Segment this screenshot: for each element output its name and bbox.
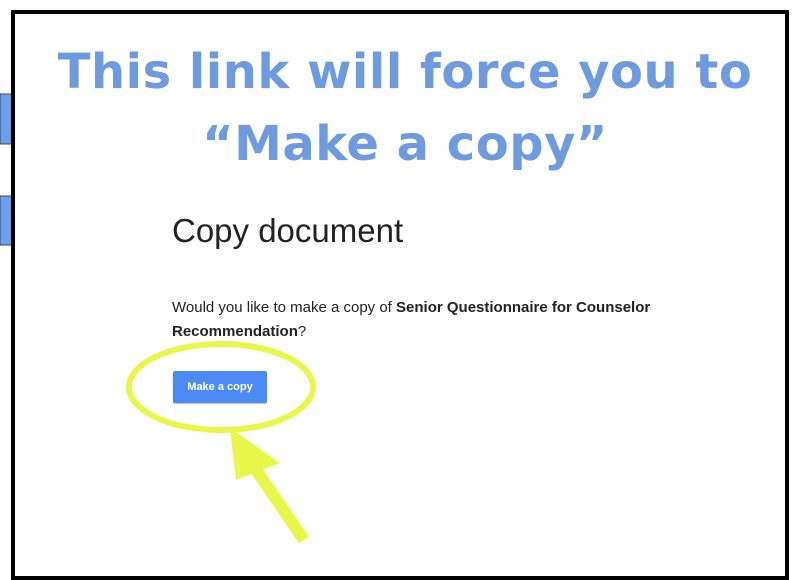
- copy-prompt: Would you like to make a copy of Senior …: [172, 296, 732, 344]
- make-a-copy-button[interactable]: Make a copy: [173, 371, 267, 403]
- dialog-title: Copy document: [172, 212, 404, 249]
- prompt-end: ?: [297, 323, 307, 340]
- prompt-text: Would you like to make a copy of: [172, 299, 397, 316]
- headline-line-2: “Make a copy”: [202, 116, 608, 172]
- headline-line-1: This link will force you to: [57, 44, 753, 100]
- headline: This link will force you to “Make a copy…: [40, 36, 770, 180]
